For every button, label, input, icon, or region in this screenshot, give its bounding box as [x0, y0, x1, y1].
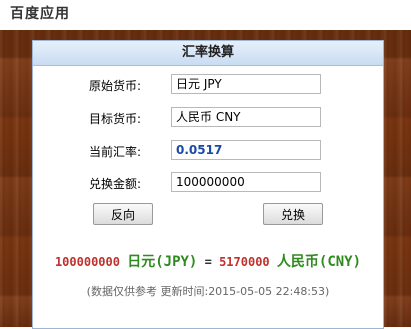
updated-time: 2015-05-05 22:48:53) — [208, 285, 330, 298]
conversion-result: 100000000 日元(JPY) = 5170000 人民币(CNY) — [33, 251, 383, 271]
app-title: 百度应用 — [10, 6, 70, 22]
reverse-button[interactable]: 反向 — [93, 203, 153, 225]
rate-label: 当前汇率: — [89, 145, 142, 159]
result-to-currency: 人民币(CNY) — [276, 254, 362, 270]
amount-label: 兑换金额: — [89, 177, 142, 191]
amount-row: 兑换金额: — [33, 172, 383, 196]
target-currency-label: 目标货币: — [89, 112, 142, 126]
disclaimer-note: (数据仅供参考 更新时间:2015-05-05 22:48:53) — [33, 283, 383, 299]
result-equals: = — [204, 255, 212, 269]
result-from-amount: 100000000 — [54, 255, 120, 269]
amount-input[interactable] — [171, 172, 321, 192]
source-currency-label: 原始货币: — [89, 79, 142, 93]
panel-title: 汇率换算 — [33, 41, 383, 66]
target-currency-row: 目标货币: — [33, 107, 383, 131]
result-from-currency: 日元(JPY) — [127, 254, 198, 270]
convert-button[interactable]: 兑换 — [263, 203, 323, 225]
converter-panel: 汇率换算 原始货币: 目标货币: 当前汇率: 兑换金额: 反向 兑换 10000… — [32, 40, 384, 329]
source-currency-row: 原始货币: — [33, 74, 383, 98]
rate-row: 当前汇率: — [33, 140, 383, 164]
app-header: 百度应用 — [0, 0, 411, 30]
target-currency-field[interactable] — [171, 107, 321, 127]
disclaimer-prefix: (数据仅供参考 — [86, 285, 157, 298]
result-to-amount: 5170000 — [219, 255, 270, 269]
source-currency-field[interactable] — [171, 74, 321, 94]
rate-field[interactable] — [171, 140, 321, 160]
updated-label: 更新时间: — [160, 285, 209, 298]
